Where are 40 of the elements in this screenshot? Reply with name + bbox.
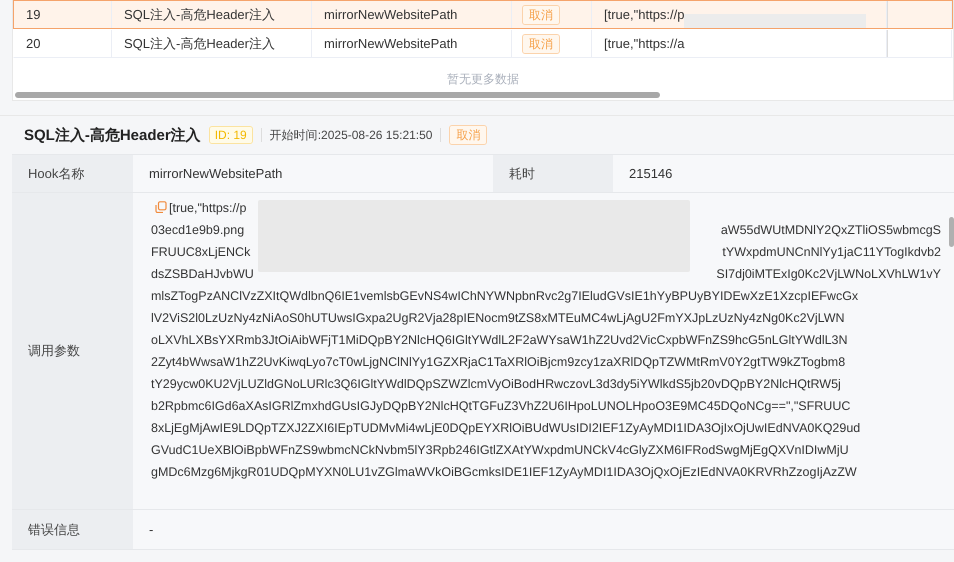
param-text: tY29ycw0KU2VjLUZldGNoLURlc3Q6IGltYWdlDQpSZWZlcmVyOiBodHRwczovL3d3dy5iYWlkdS5jb20vDQpBY2NlcHQtRW5j xyxy=(151,376,841,393)
table-cell: 20 xyxy=(26,36,40,51)
field-label: 错误信息 xyxy=(12,510,133,549)
table-cell: mirrorNewWebsitePath xyxy=(324,7,458,22)
table-cell: [true,"https://a xyxy=(604,36,684,51)
param-text: 2Zyt4bWwsaW1hZ2UvKiwqLyo7cT0wLjgNClNlYy1GZXRjaC1TaXRlOiBjcm9zcy1zaXRlDQpTZWMtRmV0Y2gtTW9kZTogbm8 xyxy=(151,354,846,371)
param-text: [true,"https://p xyxy=(169,200,246,217)
param-text: 03ecd1e9b9.png xyxy=(151,222,244,239)
table-cell: SQL注入-高危Header注入 xyxy=(124,34,275,52)
param-text: aW55dWUtMDNlY2QxZTliOS5wbmcgS xyxy=(720,222,941,239)
field-label: Hook名称 xyxy=(12,155,133,192)
table-cell: mirrorNewWebsitePath xyxy=(324,36,458,51)
param-text: tYWxpdmUNCnNlYy1jaC11YTogIkdvb2 xyxy=(722,244,941,261)
status-tag: 取消 xyxy=(522,34,560,54)
param-text: gMDc6Mzg6MjkgR01UDQpMYXN0LU1vZGlmaWVkOiBGcmksIDE1IEF1ZyAyMDI1IDA3OjQxOjEzIEdNVA0KRVRhZzogIjAzZW xyxy=(151,464,857,481)
field-label: 耗时 xyxy=(493,155,613,192)
empty-note: 暂无更多数据 xyxy=(446,71,520,87)
table-row[interactable]: 20 SQL注入-高危Header注入 mirrorNewWebsitePath 取消 [true,"https://a xyxy=(13,29,953,58)
param-text: FRUUC8xLjENCk xyxy=(151,244,250,261)
param-text: dsZSBDaHJvbWU xyxy=(151,266,254,283)
field-label: 调用参数 xyxy=(12,193,133,509)
status-tag: 取消 xyxy=(522,4,560,24)
start-time: 开始时间:2025-08-26 15:21:50 xyxy=(270,126,432,144)
param-text: b2Rpbmc6IGd6aXAsIGRlZmxhdGUsIGJyDQpBY2NlcHQtTGFuZ3VhZ2U6IHpoLUNOLHpoO3E9MC45DQoNCg==","SFRUUC xyxy=(151,398,850,415)
scrollbar-thumb[interactable] xyxy=(15,92,660,98)
id-tag: ID: 19 xyxy=(208,126,253,144)
status-tag: 取消 xyxy=(449,125,488,145)
param-text: mlsZTogPzANClVzZXItQWdlbnQ6IE1vemlsbGEvNS4wIChNYWNpbnRvc2g7IEludGVsIE1hYyBPUyBYIDEwXzE1XzcpIEFwcGx xyxy=(151,288,858,305)
param-text: SI7dj0iMTExIg0Kc2VjLWNoLXVhLW1vY xyxy=(716,266,941,283)
copy-icon[interactable] xyxy=(155,201,167,213)
param-text: oLXVhLXBsYXRmb3JtOiAibWFjT1MiDQpBY2NlcHQ6IGltYWdlL2F2aWYsaW1hZ2Uvd2VicCxpbWFnZS9hcG5nLGltYWdlL3N xyxy=(151,332,848,349)
param-text: 8xLjEgMjAwIE9LDQpTZXJ2ZXI6IEpTUDMvMi4wLjE0DQpEYXRlOiBUdWUsIDI2IEF1ZyAyMDI1IDA3OjIxOjUwIEdNVA0KQ29ud xyxy=(151,420,860,437)
detail-title: SQL注入-高危Header注入 xyxy=(24,126,201,144)
param-text: GVudC1UeXBlOiBpbWFnZS9wbmcNCkNvbm5lY3Rpb246IGtlZXAtYWxpdmUNCkV4cGlyZXM6IFRodSwgMjEgQXVnIDIwMjU xyxy=(151,442,849,459)
param-text: lV2ViS2l0LzUzNy4zNiAoS0hUTUwsIGxpa2UgR2Vja28pIENocm9tZS8xMTEuMC4wLjAgU2FmYXJpLzUzNy4zNg0Kc2VjLWN xyxy=(151,310,845,327)
table-cell: [true,"https://p xyxy=(604,7,684,22)
table-cell: 19 xyxy=(26,7,40,22)
table-row[interactable]: 19 SQL注入-高危Header注入 mirrorNewWebsitePath 取消 [true,"https://p xyxy=(13,0,953,29)
scrollbar-thumb[interactable] xyxy=(949,217,954,247)
table-cell: SQL注入-高危Header注入 xyxy=(124,6,275,24)
